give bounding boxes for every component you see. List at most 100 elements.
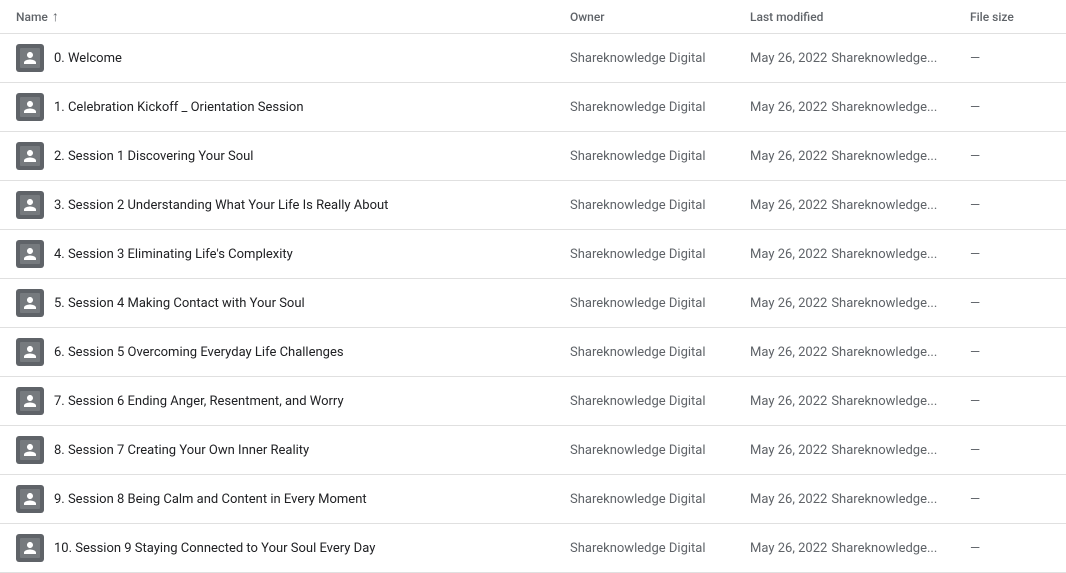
folder-icon bbox=[16, 44, 44, 72]
row-name-cell: 7. Session 6 Ending Anger, Resentment, a… bbox=[16, 387, 570, 415]
modified-user: Shareknowledge... bbox=[831, 345, 937, 360]
row-name-cell: 0. Welcome bbox=[16, 44, 570, 72]
folder-person-icon bbox=[21, 49, 39, 67]
row-modified: May 26, 2022 Shareknowledge... bbox=[750, 345, 970, 360]
table-row[interactable]: 4. Session 3 Eliminating Life's Complexi… bbox=[0, 230, 1066, 279]
folder-icon bbox=[16, 240, 44, 268]
row-modified: May 26, 2022 Shareknowledge... bbox=[750, 296, 970, 311]
folder-icon bbox=[16, 289, 44, 317]
sort-icon: ↑ bbox=[52, 8, 59, 25]
row-name-cell: 5. Session 4 Making Contact with Your So… bbox=[16, 289, 570, 317]
row-label: 0. Welcome bbox=[54, 51, 122, 66]
folder-person-icon bbox=[21, 441, 39, 459]
modified-user: Shareknowledge... bbox=[831, 394, 937, 409]
folder-icon bbox=[16, 142, 44, 170]
modified-date: May 26, 2022 bbox=[750, 296, 827, 311]
table-row[interactable]: 2. Session 1 Discovering Your Soul Share… bbox=[0, 132, 1066, 181]
row-label: 5. Session 4 Making Contact with Your So… bbox=[54, 296, 305, 311]
row-size: — bbox=[970, 492, 1050, 507]
row-size: — bbox=[970, 443, 1050, 458]
row-label: 2. Session 1 Discovering Your Soul bbox=[54, 149, 253, 164]
header-name-label: Name bbox=[16, 10, 48, 24]
modified-user: Shareknowledge... bbox=[831, 247, 937, 262]
row-size: — bbox=[970, 541, 1050, 556]
row-size: — bbox=[970, 296, 1050, 311]
folder-person-icon bbox=[21, 392, 39, 410]
row-owner: Shareknowledge Digital bbox=[570, 100, 750, 115]
row-size: — bbox=[970, 100, 1050, 115]
row-name-cell: 8. Session 7 Creating Your Own Inner Rea… bbox=[16, 436, 570, 464]
header-owner[interactable]: Owner bbox=[570, 10, 750, 24]
row-owner: Shareknowledge Digital bbox=[570, 345, 750, 360]
table-row[interactable]: 0. Welcome Shareknowledge Digital May 26… bbox=[0, 34, 1066, 83]
row-name-cell: 10. Session 9 Staying Connected to Your … bbox=[16, 534, 570, 562]
row-owner: Shareknowledge Digital bbox=[570, 394, 750, 409]
modified-user: Shareknowledge... bbox=[831, 492, 937, 507]
modified-user: Shareknowledge... bbox=[831, 51, 937, 66]
row-label: 6. Session 5 Overcoming Everyday Life Ch… bbox=[54, 345, 344, 360]
modified-date: May 26, 2022 bbox=[750, 492, 827, 507]
modified-date: May 26, 2022 bbox=[750, 541, 827, 556]
modified-user: Shareknowledge... bbox=[831, 296, 937, 311]
table-row[interactable]: 3. Session 2 Understanding What Your Lif… bbox=[0, 181, 1066, 230]
table-row[interactable]: 8. Session 7 Creating Your Own Inner Rea… bbox=[0, 426, 1066, 475]
modified-user: Shareknowledge... bbox=[831, 198, 937, 213]
folder-icon bbox=[16, 387, 44, 415]
row-size: — bbox=[970, 51, 1050, 66]
row-size: — bbox=[970, 198, 1050, 213]
modified-date: May 26, 2022 bbox=[750, 100, 827, 115]
table-row[interactable]: 5. Session 4 Making Contact with Your So… bbox=[0, 279, 1066, 328]
row-name-cell: 1. Celebration Kickoff _ Orientation Ses… bbox=[16, 93, 570, 121]
row-modified: May 26, 2022 Shareknowledge... bbox=[750, 149, 970, 164]
folder-icon bbox=[16, 436, 44, 464]
row-size: — bbox=[970, 149, 1050, 164]
row-name-cell: 3. Session 2 Understanding What Your Lif… bbox=[16, 191, 570, 219]
row-name-cell: 2. Session 1 Discovering Your Soul bbox=[16, 142, 570, 170]
row-label: 10. Session 9 Staying Connected to Your … bbox=[54, 541, 375, 556]
row-owner: Shareknowledge Digital bbox=[570, 443, 750, 458]
row-label: 9. Session 8 Being Calm and Content in E… bbox=[54, 492, 367, 507]
folder-icon bbox=[16, 485, 44, 513]
header-size[interactable]: File size bbox=[970, 10, 1050, 24]
table-row[interactable]: 6. Session 5 Overcoming Everyday Life Ch… bbox=[0, 328, 1066, 377]
row-owner: Shareknowledge Digital bbox=[570, 296, 750, 311]
row-label: 1. Celebration Kickoff _ Orientation Ses… bbox=[54, 100, 304, 115]
table-row[interactable]: 9. Session 8 Being Calm and Content in E… bbox=[0, 475, 1066, 524]
header-modified[interactable]: Last modified bbox=[750, 10, 970, 24]
folder-person-icon bbox=[21, 147, 39, 165]
file-table: Name ↑ Owner Last modified File size 0. … bbox=[0, 0, 1066, 573]
modified-user: Shareknowledge... bbox=[831, 100, 937, 115]
row-owner: Shareknowledge Digital bbox=[570, 247, 750, 262]
folder-icon bbox=[16, 93, 44, 121]
row-modified: May 26, 2022 Shareknowledge... bbox=[750, 394, 970, 409]
folder-icon bbox=[16, 534, 44, 562]
row-modified: May 26, 2022 Shareknowledge... bbox=[750, 492, 970, 507]
row-owner: Shareknowledge Digital bbox=[570, 198, 750, 213]
modified-date: May 26, 2022 bbox=[750, 149, 827, 164]
table-row[interactable]: 10. Session 9 Staying Connected to Your … bbox=[0, 524, 1066, 573]
folder-person-icon bbox=[21, 245, 39, 263]
folder-person-icon bbox=[21, 196, 39, 214]
table-row[interactable]: 7. Session 6 Ending Anger, Resentment, a… bbox=[0, 377, 1066, 426]
modified-date: May 26, 2022 bbox=[750, 198, 827, 213]
table-row[interactable]: 1. Celebration Kickoff _ Orientation Ses… bbox=[0, 83, 1066, 132]
row-modified: May 26, 2022 Shareknowledge... bbox=[750, 541, 970, 556]
table-header: Name ↑ Owner Last modified File size bbox=[0, 0, 1066, 34]
row-label: 4. Session 3 Eliminating Life's Complexi… bbox=[54, 247, 293, 262]
row-owner: Shareknowledge Digital bbox=[570, 492, 750, 507]
folder-person-icon bbox=[21, 98, 39, 116]
folder-icon bbox=[16, 338, 44, 366]
modified-date: May 26, 2022 bbox=[750, 345, 827, 360]
header-name[interactable]: Name ↑ bbox=[16, 8, 570, 25]
row-modified: May 26, 2022 Shareknowledge... bbox=[750, 198, 970, 213]
row-name-cell: 6. Session 5 Overcoming Everyday Life Ch… bbox=[16, 338, 570, 366]
row-owner: Shareknowledge Digital bbox=[570, 149, 750, 164]
modified-user: Shareknowledge... bbox=[831, 149, 937, 164]
row-label: 3. Session 2 Understanding What Your Lif… bbox=[54, 198, 388, 213]
row-label: 7. Session 6 Ending Anger, Resentment, a… bbox=[54, 394, 344, 409]
row-size: — bbox=[970, 247, 1050, 262]
row-size: — bbox=[970, 345, 1050, 360]
folder-person-icon bbox=[21, 343, 39, 361]
modified-date: May 26, 2022 bbox=[750, 394, 827, 409]
row-modified: May 26, 2022 Shareknowledge... bbox=[750, 100, 970, 115]
